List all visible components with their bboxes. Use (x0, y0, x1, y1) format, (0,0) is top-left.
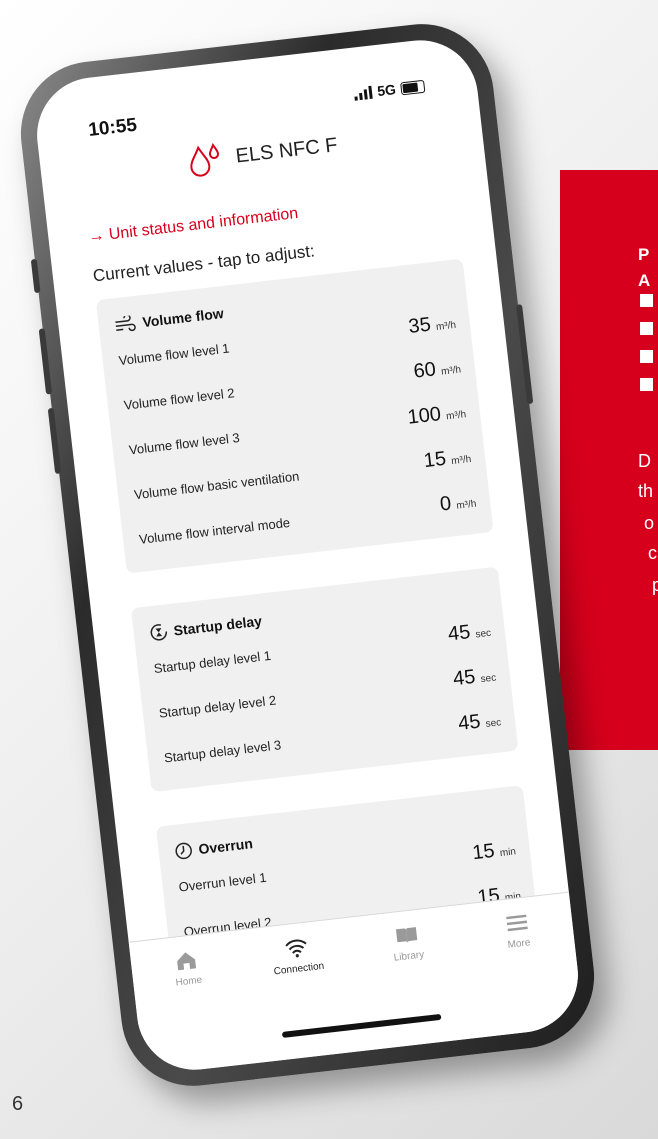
row-label: Volume flow basic ventilation (133, 468, 301, 503)
row-value: 45 sec (457, 710, 502, 735)
row-value: 35 m³/h (407, 313, 457, 339)
tab-library[interactable]: Library (366, 921, 459, 1049)
tab-label: More (507, 937, 531, 951)
bullet-square-icon (640, 378, 653, 391)
row-label: Startup delay level 2 (158, 692, 277, 721)
startup-delay-card[interactable]: Startup delay Startup delay level 1 45 sec… (130, 566, 519, 793)
menu-icon (505, 914, 528, 932)
page-number: 6 (12, 1093, 24, 1115)
book-icon (395, 927, 418, 944)
tab-connection[interactable]: Connection (256, 933, 349, 1061)
promo-heading: P A (638, 245, 651, 290)
status-indicators: 5G (353, 78, 426, 102)
row-value: 0 m³/h (438, 492, 477, 516)
tab-home[interactable]: Home (146, 946, 239, 1074)
row-label: Volume flow level 3 (128, 429, 241, 458)
bullet-square-icon (640, 294, 653, 307)
promo-text: c (648, 543, 657, 563)
clock-icon (175, 842, 192, 860)
promo-text: th (638, 481, 654, 501)
row-label: Startup delay level 3 (163, 737, 282, 766)
promo-text: D (638, 451, 651, 471)
card-title: Overrun (197, 835, 254, 858)
tab-more[interactable]: More (476, 908, 569, 1036)
volume-flow-card[interactable]: Volume flow Volume flow level 1 35 m³/h Vo… (95, 258, 494, 574)
tab-label: Connection (273, 960, 325, 978)
row-value: 60 m³/h (412, 358, 462, 383)
row-unit: sec (485, 717, 502, 730)
wifi-icon (285, 939, 307, 958)
row-label: Volume flow level 2 (123, 385, 236, 413)
bullet-square-icon (640, 350, 653, 363)
row-unit: sec (480, 672, 497, 686)
row-label: Overrun level 1 (177, 869, 268, 895)
promo-panel: P A D th o c p (560, 170, 658, 750)
water-drops-icon (190, 142, 220, 177)
app-title: ELS NFC F (234, 133, 339, 167)
startup-delay-icon (150, 624, 168, 641)
row-value: 45 sec (451, 665, 497, 691)
row-value: 45 sec (446, 621, 492, 646)
row-value: 100 m³/h (406, 403, 467, 429)
row-value: 15min (471, 839, 517, 865)
battery-icon (400, 79, 426, 95)
arrow-right-icon: → (87, 226, 106, 246)
home-icon (177, 952, 197, 971)
wind-icon (115, 314, 136, 332)
promo-text: p (652, 575, 658, 595)
row-label: Volume flow interval mode (138, 514, 291, 547)
row-unit: m³/h (435, 319, 457, 333)
row-unit: m³/h (450, 453, 472, 468)
row-value: 15 m³/h (422, 447, 472, 473)
unit-status-link[interactable]: → Unit status and information (88, 205, 299, 247)
row-unit: m³/h (455, 498, 477, 512)
row-label: Startup delay level 1 (153, 647, 272, 677)
row-unit: sec (474, 627, 492, 641)
row-unit: min (499, 846, 517, 860)
tab-label: Library (393, 949, 425, 964)
row-unit: m³/h (445, 409, 467, 423)
status-time: 10:55 (87, 114, 139, 141)
bullet-square-icon (640, 322, 653, 335)
unit-status-link-label: Unit status and information (107, 204, 300, 244)
tab-label: Home (175, 974, 203, 989)
phone-mockup: 10:55 5G ELS NFC F → Unit status and inf… (13, 16, 602, 1094)
row-unit: m³/h (440, 364, 462, 378)
row-label: Volume flow level 1 (117, 340, 231, 369)
network-label: 5G (376, 81, 397, 100)
promo-text: o (644, 513, 655, 533)
signal-icon (354, 85, 374, 101)
